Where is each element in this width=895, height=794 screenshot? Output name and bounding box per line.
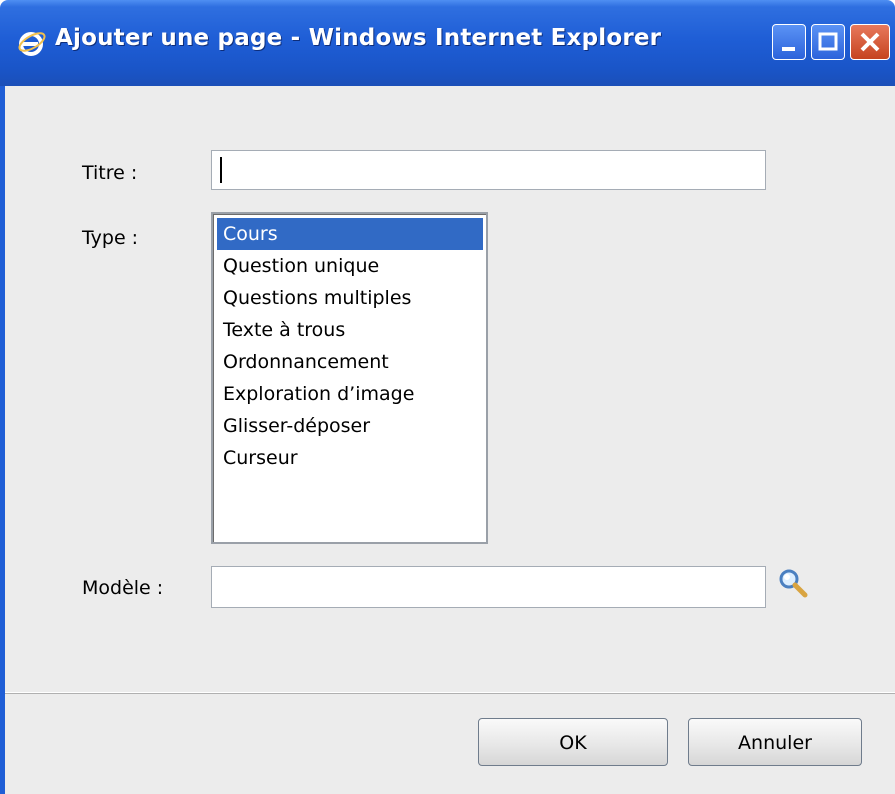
maximize-button[interactable]: [811, 24, 845, 60]
minimize-icon: [782, 47, 795, 51]
type-option-curseur[interactable]: Curseur: [217, 442, 486, 474]
type-option-ordonnancement[interactable]: Ordonnancement: [217, 346, 486, 378]
close-button[interactable]: [850, 24, 890, 60]
type-option-glisser-deposer[interactable]: Glisser-déposer: [217, 410, 486, 442]
dialog-window: Ajouter une page - Windows Internet Expl…: [0, 0, 895, 794]
window-title: Ajouter une page - Windows Internet Expl…: [55, 25, 662, 51]
magnifier-icon[interactable]: [776, 566, 810, 600]
type-option-questions-multiples[interactable]: Questions multiples: [217, 282, 486, 314]
cancel-button[interactable]: Annuler: [688, 718, 862, 766]
type-option-cours[interactable]: Cours: [217, 218, 483, 250]
modele-label: Modèle :: [82, 577, 164, 599]
type-option-texte-a-trous[interactable]: Texte à trous: [217, 314, 486, 346]
type-option-question-unique[interactable]: Question unique: [217, 250, 486, 282]
titre-input[interactable]: [211, 150, 766, 190]
modele-input[interactable]: [211, 566, 766, 608]
maximize-icon: [818, 32, 838, 51]
title-bar[interactable]: Ajouter une page - Windows Internet Expl…: [0, 0, 895, 86]
titre-label: Titre :: [82, 162, 138, 184]
type-listbox[interactable]: Cours Question unique Questions multiple…: [211, 212, 488, 544]
close-icon: [860, 32, 880, 52]
ok-button[interactable]: OK: [478, 718, 668, 766]
text-caret: [220, 157, 222, 183]
minimize-button[interactable]: [772, 24, 806, 60]
type-option-exploration-image[interactable]: Exploration d’image: [217, 378, 486, 410]
type-label: Type :: [82, 227, 139, 249]
internet-explorer-icon: [18, 32, 46, 56]
